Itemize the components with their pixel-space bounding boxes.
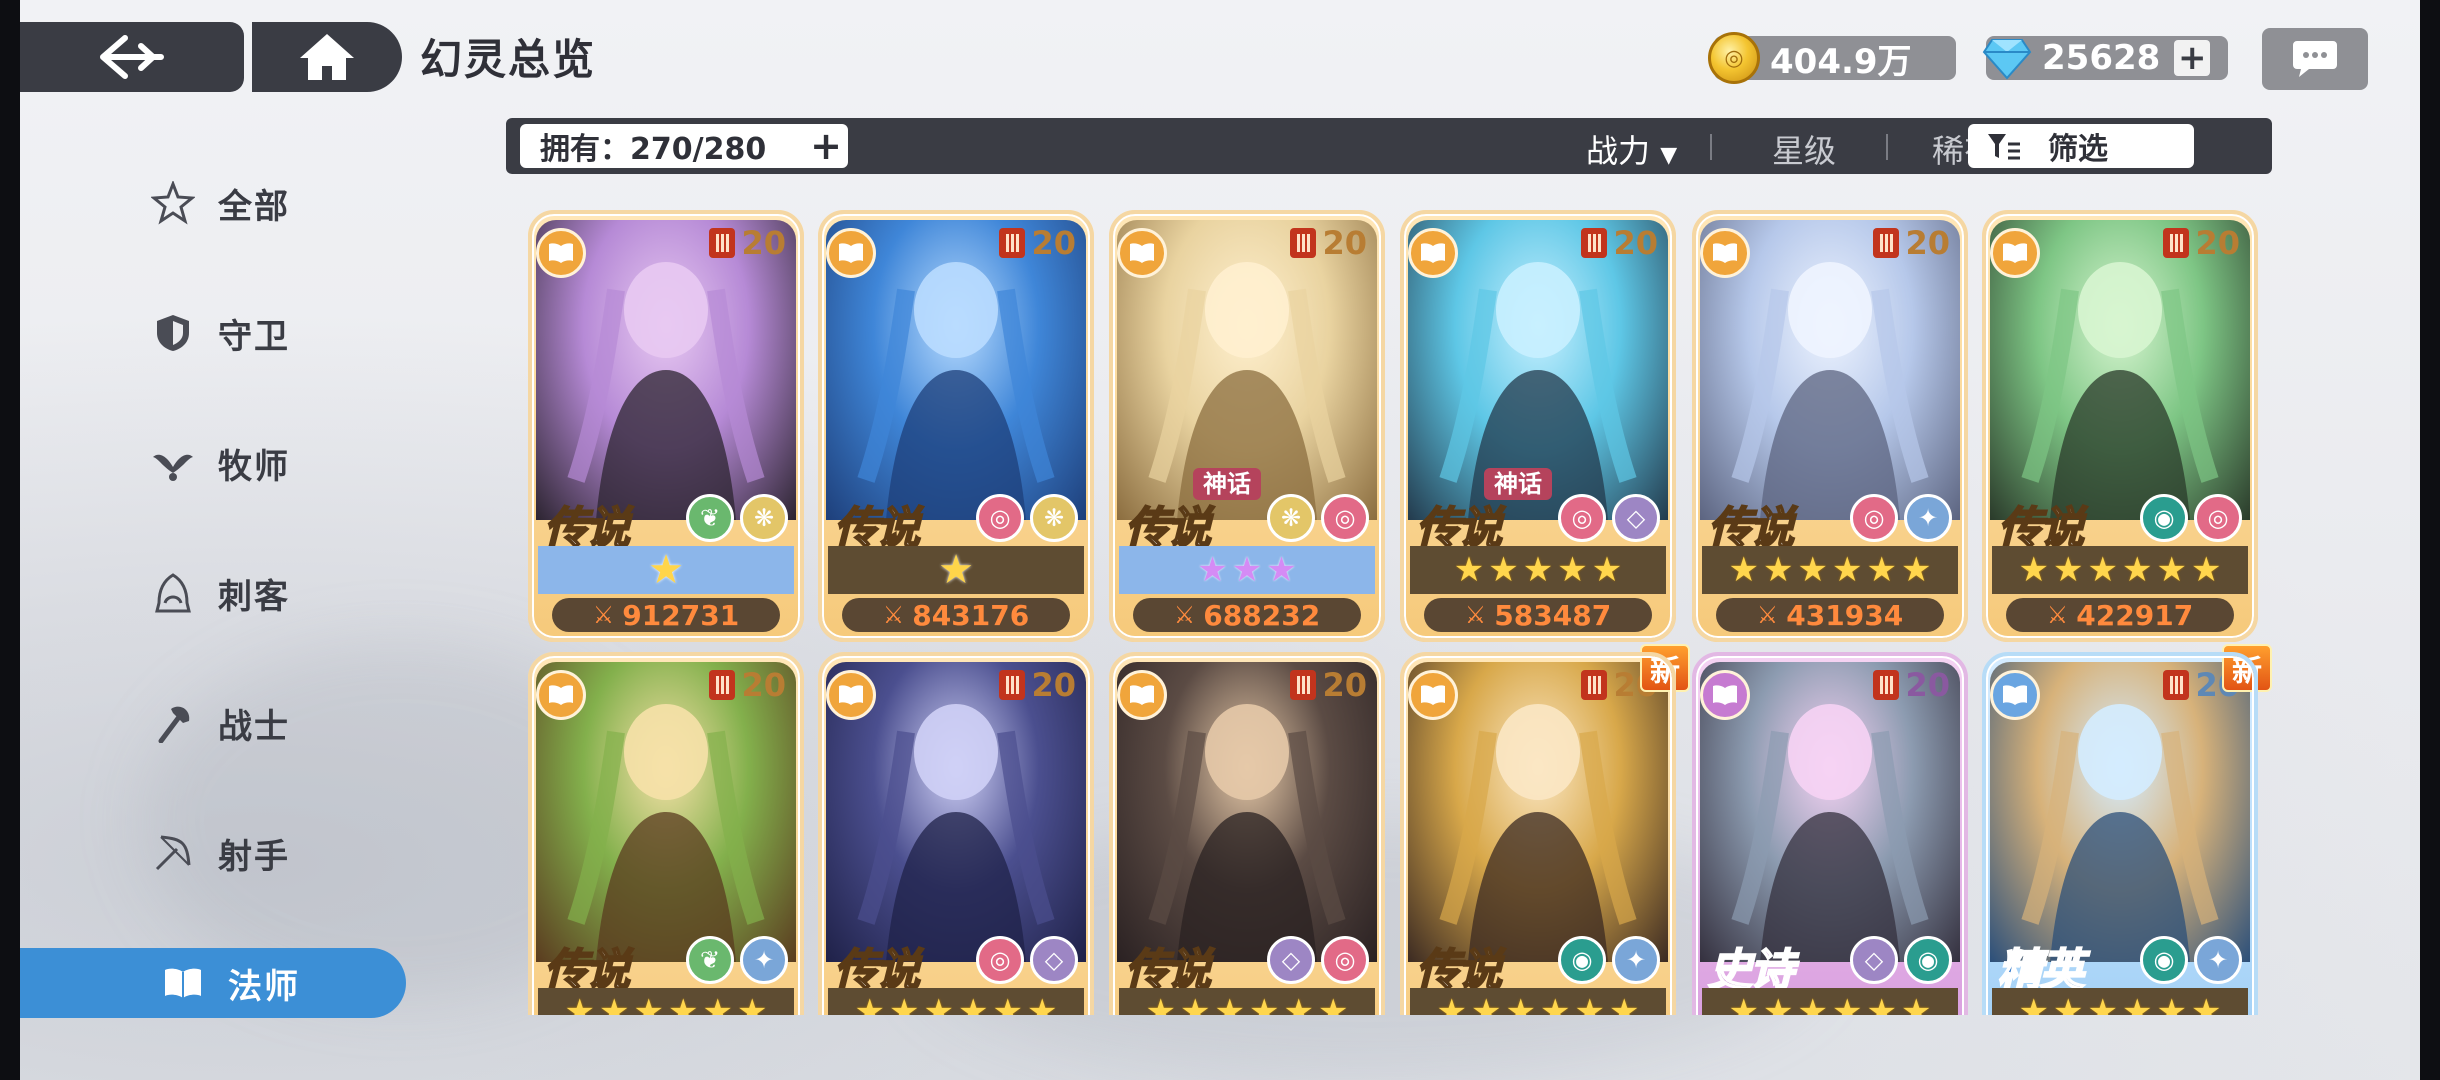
sidebar-item-priest[interactable]: 牧师 (20, 428, 406, 498)
home-button[interactable] (252, 22, 402, 92)
gem-amount: 25628 (2042, 38, 2161, 78)
filter-button[interactable]: 筛选 (1968, 124, 2194, 168)
chat-bubble-icon (2293, 41, 2337, 77)
hero-card[interactable]: 20 传说 ◉ ✦ ★ ★ ★ ★ ★ ★ 新 (1400, 644, 1690, 1015)
owned-count-box[interactable]: 拥有：270/280 + (520, 124, 848, 168)
filter-funnel-icon (1988, 134, 2020, 160)
divider (1710, 134, 1712, 160)
chat-button[interactable] (2262, 28, 2368, 90)
caret-down-icon: ▼ (1660, 143, 1678, 168)
hero-card[interactable]: 20 传说 ❦ ✦ ★ ★ ★ ★ ★ ★ (528, 652, 804, 1015)
gem-counter: 25628 + (1982, 36, 2228, 80)
card-frame (1982, 652, 2258, 1015)
gem-icon (1982, 39, 2032, 80)
sidebar-item-label: 刺客 (218, 576, 290, 617)
hero-card[interactable]: 20 精英 ◉ ✦ ★ ★ ★ ★ ★ ★ 新 (1982, 644, 2272, 1015)
card-frame (1109, 210, 1385, 642)
sidebar-item-label: 射手 (218, 836, 290, 877)
back-arrow-icon (100, 35, 164, 79)
coin-icon: ◎ (1708, 32, 1760, 84)
sidebar-item-warrior[interactable]: 战士 (20, 688, 406, 758)
hero-card[interactable]: 20 传说 ◎ ✦ ★ ★ ★ ★ ★ ★ ⚔ 431934 (1692, 210, 1968, 642)
filter-label: 筛选 (2048, 132, 2108, 167)
book-icon (160, 960, 206, 1006)
expand-slots-icon[interactable]: + (810, 127, 842, 165)
add-gems-button[interactable]: + (2174, 40, 2211, 76)
hero-card[interactable]: 20 传说 ❦ ❋ ★ ⚔ 912731 (528, 210, 804, 642)
sidebar-item-guard[interactable]: 守卫 (20, 298, 406, 368)
coin-counter: ◎ 404.9万 (1708, 32, 1956, 84)
sort-by-power[interactable]: 战力 ▼ (1586, 126, 1677, 172)
hero-card[interactable]: 20 传说 ◇ ◎ ★ ★ ★ ★ ★ ★ (1109, 652, 1385, 1015)
shield-icon (150, 310, 196, 356)
hood-icon (150, 570, 196, 616)
hero-card[interactable]: 20 传说 ◉ ◎ ★ ★ ★ ★ ★ ★ ⚔ 422917 (1982, 210, 2258, 642)
wings-icon (150, 440, 196, 486)
star-outline-icon (150, 180, 196, 226)
card-frame (1692, 652, 1968, 1015)
sort-power-label: 战力 (1586, 132, 1651, 170)
card-frame (528, 652, 804, 1015)
card-frame (1692, 210, 1968, 642)
sidebar-item-all[interactable]: 全部 (20, 168, 406, 238)
hero-card-grid: 20 传说 ❦ ❋ ★ ⚔ 912731 20 传说 ◎ ❋ ★ ⚔ 843176 20 神话 传说 ❋ ◎ ★ ★… (506, 200, 2272, 1015)
sidebar-item-label: 守卫 (218, 316, 290, 357)
card-frame (1400, 652, 1676, 1015)
coin-amount: 404.9万 (1770, 41, 1912, 82)
bow-icon (150, 830, 196, 876)
sidebar-item-assassin[interactable]: 刺客 (20, 558, 406, 628)
sidebar-item-label: 法师 (228, 966, 300, 1007)
sort-by-stars[interactable]: 星级 (1772, 126, 1836, 172)
card-frame (1400, 210, 1676, 642)
card-frame (818, 210, 1094, 642)
card-frame (1109, 652, 1385, 1015)
sidebar-item-label: 全部 (218, 186, 290, 227)
home-icon (300, 34, 354, 80)
divider (1886, 134, 1888, 160)
sidebar-item-mage[interactable]: 法师 (20, 948, 406, 1018)
hero-card[interactable]: 20 史诗 ◇ ◉ ★ ★ ★ ★ ★ ★ (1692, 652, 1968, 1015)
card-frame (1982, 210, 2258, 642)
hero-card[interactable]: 20 神话 传说 ❋ ◎ ★ ★ ★ ⚔ 688232 (1109, 210, 1385, 642)
filter-bar: 拥有：270/280 + 战力 ▼ 星级 稀有度 筛选 (506, 118, 2272, 174)
hero-card[interactable]: 20 传说 ◎ ◇ ★ ★ ★ ★ ★ ★ (818, 652, 1094, 1015)
owned-count: 拥有：270/280 (540, 132, 767, 167)
card-frame (818, 652, 1094, 1015)
hero-card[interactable]: 20 传说 ◎ ❋ ★ ⚔ 843176 (818, 210, 1094, 642)
axe-icon (150, 700, 196, 746)
sidebar-item-archer[interactable]: 射手 (20, 818, 406, 888)
sidebar-item-label: 战士 (218, 706, 290, 747)
hero-card[interactable]: 20 神话 传说 ◎ ◇ ★ ★ ★ ★ ★ ⚔ 583487 (1400, 210, 1676, 642)
page-title: 幻灵总览 (420, 35, 597, 84)
card-frame (528, 210, 804, 642)
game-screen: 幻灵总览 ◎ 404.9万 25628 + 全部 守卫 牧师 刺客 战士 射手 … (20, 0, 2420, 1080)
back-button[interactable] (20, 22, 244, 92)
sidebar-item-label: 牧师 (218, 446, 290, 487)
